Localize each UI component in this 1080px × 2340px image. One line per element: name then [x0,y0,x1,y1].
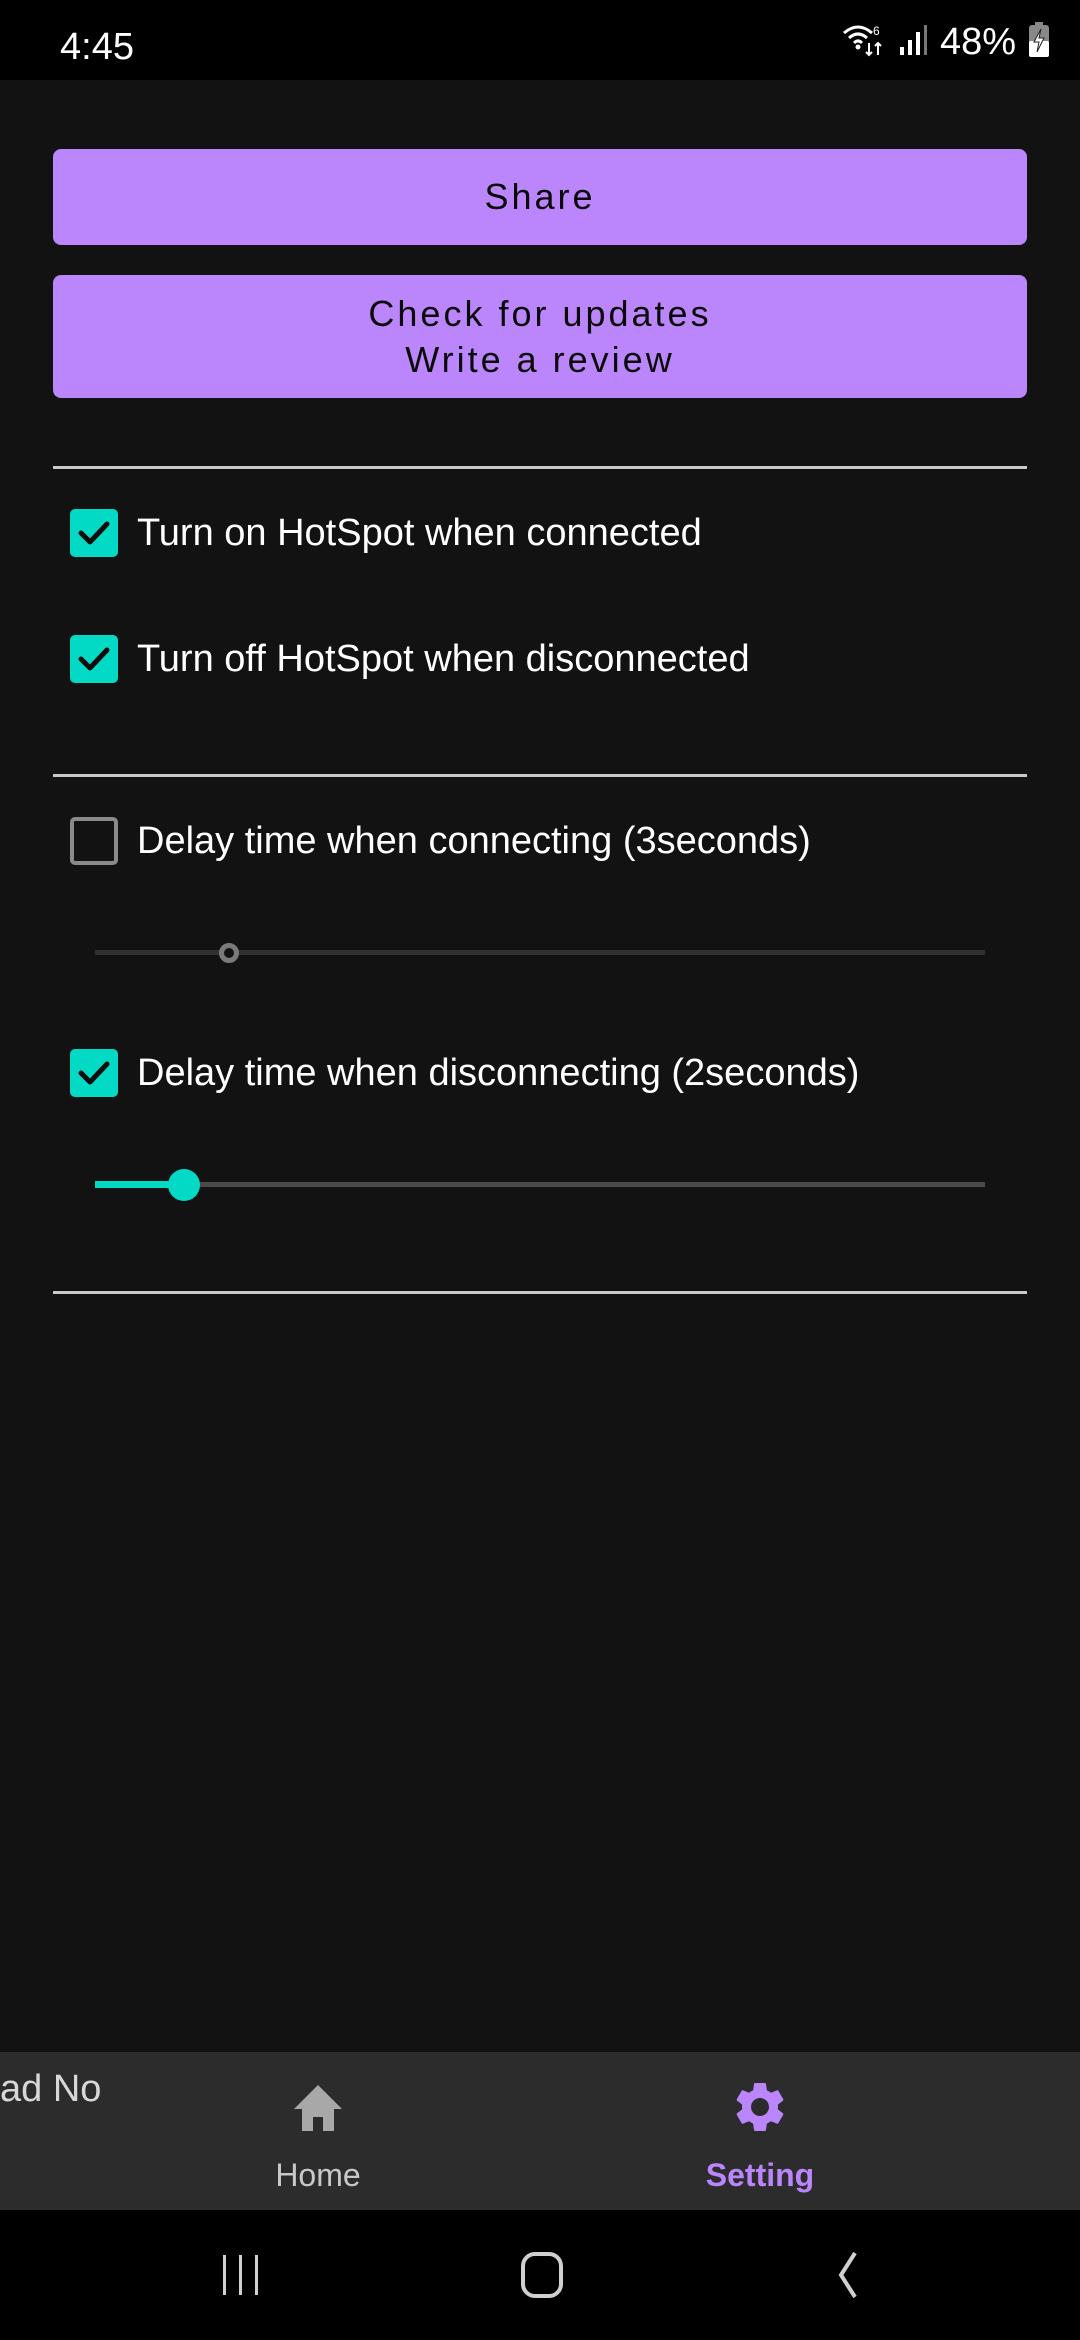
battery-charging-icon [1028,21,1050,63]
slider-thumb[interactable] [219,943,239,963]
wifi-6-icon: 6 [842,23,886,62]
battery-percent: 48% [939,20,1016,63]
divider [53,466,1027,469]
system-navigation-bar [0,2210,1080,2340]
delay-disconnect-option[interactable]: Delay time when disconnecting (2seconds) [70,1049,859,1097]
hotspot-on-label: Turn on HotSpot when connected [137,511,702,554]
home-circle-icon[interactable] [512,2245,572,2305]
gear-icon [730,2077,790,2137]
hotspot-on-checkbox[interactable] [70,509,118,557]
delay-connect-checkbox[interactable] [70,817,118,865]
hotspot-off-checkbox[interactable] [70,635,118,683]
settings-content: Share Check for updates Write a review T… [0,80,1080,2052]
back-icon[interactable] [817,2245,877,2305]
recents-icon[interactable] [211,2245,271,2305]
status-icons: 6 48% [842,20,1050,63]
delay-connect-label: Delay time when connecting (3seconds) [137,819,811,862]
ad-banner-text: ad No [0,2068,102,2110]
delay-disconnect-slider[interactable] [95,1165,985,1205]
bottom-navigation: ad No Home Setting [0,2052,1080,2210]
check-updates-label: Check for updates [368,292,712,334]
check-updates-review-button[interactable]: Check for updates Write a review [53,275,1027,398]
home-icon [288,2077,348,2137]
slider-thumb[interactable] [168,1169,200,1201]
status-bar: 4:45 6 48% [0,0,1080,80]
checkmark-icon [78,647,110,671]
delay-disconnect-checkbox[interactable] [70,1049,118,1097]
nav-home-label: Home [275,2157,361,2193]
nav-setting-label: Setting [705,2157,815,2193]
hotspot-off-option[interactable]: Turn off HotSpot when disconnected [70,635,750,683]
nav-setting[interactable]: Setting [610,2052,910,2210]
slider-track [95,1182,985,1187]
delay-connect-slider[interactable] [95,933,985,973]
share-button[interactable]: Share [53,149,1027,245]
status-time: 4:45 [60,26,134,68]
checkmark-icon [78,521,110,545]
delay-disconnect-label: Delay time when disconnecting (2seconds) [137,1051,860,1094]
hotspot-off-label: Turn off HotSpot when disconnected [137,637,750,680]
write-review-label: Write a review [405,338,675,380]
checkmark-icon [78,1061,110,1085]
hotspot-on-option[interactable]: Turn on HotSpot when connected [70,509,702,557]
divider [53,1291,1027,1294]
svg-text:6: 6 [873,24,880,38]
share-button-label: Share [484,176,596,217]
delay-connect-option[interactable]: Delay time when connecting (3seconds) [70,817,811,865]
cell-signal-icon [898,23,928,62]
nav-home[interactable]: Home [168,2052,468,2210]
divider [53,774,1027,777]
